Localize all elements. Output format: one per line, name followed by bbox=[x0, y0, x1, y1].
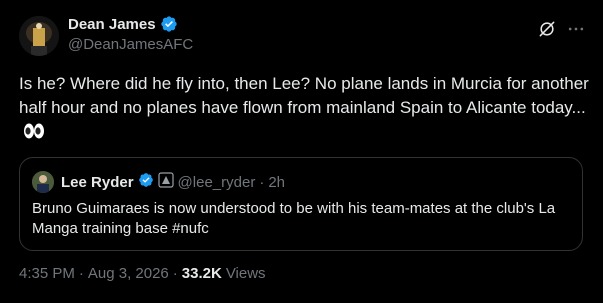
affiliate-badge-icon[interactable] bbox=[157, 172, 174, 192]
views-count: 33.2K bbox=[181, 265, 222, 282]
tweet-date[interactable]: Aug 3, 2026 bbox=[88, 265, 169, 282]
meta-separator: · bbox=[172, 265, 178, 282]
quote-timestamp[interactable]: 2h bbox=[268, 174, 285, 191]
tweet-time[interactable]: 4:35 PM bbox=[19, 265, 75, 282]
views-label: Views bbox=[225, 265, 266, 282]
quoted-tweet[interactable]: Lee Ryder @lee_ryder · 2h Bruno Guimarae… bbox=[19, 157, 583, 251]
author-name-row[interactable]: Dean James bbox=[68, 15, 178, 33]
tweet-text: Is he? Where did he fly into, then Lee? … bbox=[19, 74, 589, 117]
eyes-emoji-icon bbox=[23, 122, 45, 147]
verified-badge-icon bbox=[160, 15, 178, 33]
quote-author-avatar[interactable] bbox=[32, 171, 54, 193]
quote-display-name[interactable]: Lee Ryder bbox=[61, 174, 134, 191]
author-avatar[interactable] bbox=[19, 16, 59, 56]
tweet-body: Is he? Where did he fly into, then Lee? … bbox=[19, 72, 589, 147]
author-handle[interactable]: @DeanJamesAFC bbox=[68, 36, 193, 53]
author-display-name[interactable]: Dean James bbox=[68, 16, 156, 33]
meta-separator: · bbox=[78, 265, 84, 282]
grok-icon[interactable] bbox=[536, 18, 558, 40]
quote-text: Bruno Guimaraes is now understood to be … bbox=[32, 200, 556, 237]
quote-handle[interactable]: @lee_ryder bbox=[178, 174, 256, 191]
quote-separator: · bbox=[259, 173, 265, 191]
quote-header: Lee Ryder @lee_ryder · 2h bbox=[61, 172, 285, 192]
verified-badge-icon bbox=[138, 172, 154, 192]
more-icon[interactable] bbox=[565, 18, 587, 40]
tweet-meta: 4:35 PM · Aug 3, 2026 · 33.2K Views bbox=[19, 265, 266, 282]
